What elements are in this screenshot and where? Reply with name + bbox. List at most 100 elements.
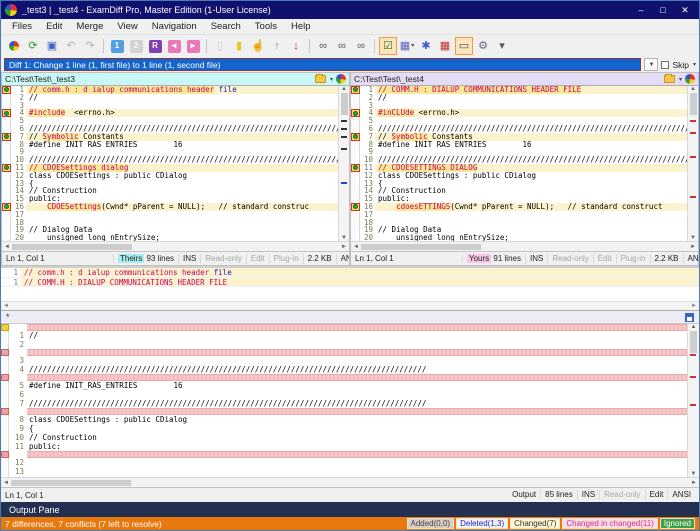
scroll-up-icon[interactable]: ▲ [690,86,696,92]
diff-marker-icon[interactable] [2,86,11,94]
code-line[interactable]: 7///////////////////////////////////////… [1,399,687,408]
code-line[interactable]: 6///////////////////////////////////////… [351,125,687,133]
copy-to-second-icon[interactable]: ► [184,37,202,55]
menu-item-edit[interactable]: Edit [39,21,69,32]
edit-second-file-icon[interactable]: 2 [127,37,145,55]
code-line[interactable]: 15public: [2,195,338,203]
menu-item-help[interactable]: Help [284,21,318,32]
code-line[interactable]: 18 [351,219,687,227]
find-prev-icon[interactable]: ∞ [352,37,370,55]
scrollbar-thumb[interactable] [341,93,348,115]
code-line[interactable]: 8#define INIT_RAS_ENTRIES 16 [351,141,687,149]
code-line[interactable]: 9{ [1,424,687,433]
open-file-dropdown-icon[interactable]: ▾ [679,76,682,83]
right-horizontal-scrollbar[interactable]: ◄ ► [351,241,698,251]
scroll-right-icon[interactable]: ► [691,303,697,309]
code-line[interactable]: 17 [2,211,338,219]
scrollbar-thumb[interactable] [361,244,481,250]
code-line[interactable]: 20 unsigned long nEntrySize; [351,234,687,241]
open-file-icon[interactable] [315,75,326,83]
menu-item-navigation[interactable]: Navigation [145,21,204,32]
undo-icon[interactable]: ↶ [62,37,80,55]
menu-item-files[interactable]: Files [5,21,39,32]
code-line[interactable]: 19// Dialog Data [351,226,687,234]
save-icon[interactable]: ▣ [43,37,61,55]
code-line[interactable]: 12class CDOESettings : public CDialog [351,172,687,180]
menu-item-merge[interactable]: Merge [69,21,110,32]
right-vertical-scrollbar[interactable]: ▲ ▼ [687,86,698,241]
recompare-icon[interactable]: ⟳ [24,37,42,55]
compare-mini-icon[interactable] [336,74,346,84]
code-line[interactable]: 2 [1,340,687,349]
diff-marker-icon[interactable] [351,164,360,172]
unresolved-block-icon[interactable]: ▯ [211,37,229,55]
code-line[interactable]: 1// COMM.H : DIALUP COMMUNICATIONS HEADE… [351,86,687,94]
output-editor[interactable]: 1//234//////////////////////////////////… [1,324,687,477]
output-pane-toggle-icon[interactable]: ▭ [455,37,473,55]
compare-icon[interactable] [5,37,23,55]
output-vertical-scrollbar[interactable]: ▲ ▼ [687,324,699,477]
combobox-dropdown-icon[interactable]: ▼ [644,58,658,71]
current-diff-icon[interactable]: ▮ [230,37,248,55]
diff-marker-icon[interactable] [351,133,360,141]
code-line[interactable]: 1// [1,331,687,340]
menu-item-view[interactable]: View [110,21,144,32]
code-line[interactable]: 8#define INIT_RAS_ENTRIES 16 [2,141,338,149]
code-line[interactable]: 10//////////////////////////////////////… [351,156,687,164]
open-file-icon[interactable] [664,75,675,83]
open-file-dropdown-icon[interactable]: ▾ [330,76,333,83]
scroll-left-icon[interactable]: ◄ [4,244,10,250]
scroll-left-icon[interactable]: ◄ [353,244,359,250]
code-line[interactable]: 18 [2,219,338,227]
diff-options-icon[interactable]: ▦▾ [398,37,416,55]
compare-mini-icon[interactable] [685,74,695,84]
code-line[interactable]: 1// comm.h : d ialup communications head… [2,86,338,94]
scroll-right-icon[interactable]: ► [691,480,697,486]
next-diff-icon[interactable]: ↓ [287,37,305,55]
diff-marker-icon[interactable] [2,133,11,141]
code-line[interactable]: 4///////////////////////////////////////… [1,365,687,374]
scroll-left-icon[interactable]: ◄ [3,480,9,486]
show-differences-icon[interactable]: ☑ [379,37,397,55]
code-line[interactable]: 6 [1,390,687,399]
maximize-button[interactable]: □ [653,2,673,18]
code-line[interactable]: 9 [2,148,338,156]
code-line[interactable]: 3 [351,102,687,110]
code-line[interactable]: 12class CDOESettings : public CDialog [2,172,338,180]
toolbar-overflow-icon[interactable]: ▾ [493,37,511,55]
find-next-icon[interactable]: ∞ [333,37,351,55]
save-output-icon[interactable] [685,313,694,322]
scroll-down-icon[interactable]: ▼ [341,235,347,241]
minimize-button[interactable]: – [631,2,651,18]
code-line[interactable]: 7// Symbolic Constants [2,133,338,141]
diff-marker-icon[interactable] [351,203,360,211]
code-line[interactable]: 11public: [1,442,687,451]
replace-icon[interactable]: R [146,37,164,55]
resolve-hand-icon[interactable]: ☝ [249,37,267,55]
output-horizontal-scrollbar[interactable]: ◄ ► [1,477,699,487]
scroll-up-icon[interactable]: ▲ [341,86,347,92]
scroll-right-icon[interactable]: ► [341,244,347,250]
scroll-up-icon[interactable]: ▲ [691,324,697,330]
code-line[interactable]: 5#define INIT_RAS_ENTRIES 16 [1,381,687,390]
code-line[interactable]: 9 [351,148,687,156]
scrollbar-thumb[interactable] [11,480,131,486]
scroll-left-icon[interactable]: ◄ [3,303,9,309]
code-line[interactable]: 14// Construction [351,187,687,195]
menu-item-tools[interactable]: Tools [248,21,284,32]
left-horizontal-scrollbar[interactable]: ◄ ► [2,241,349,251]
plugins-icon[interactable]: ✱ [417,37,435,55]
code-line[interactable]: 16 cdoesETTINGS(Cwnd* pParent = NULL); /… [351,203,687,211]
code-line[interactable]: 13{ [351,180,687,188]
prev-diff-icon[interactable]: ↑ [268,37,286,55]
scroll-down-icon[interactable]: ▼ [690,235,696,241]
code-line[interactable]: 6///////////////////////////////////////… [2,125,338,133]
edit-first-file-icon[interactable]: 1 [108,37,126,55]
code-line[interactable]: 14// Construction [2,187,338,195]
code-line[interactable]: 13 [1,467,687,476]
code-line[interactable]: 20 unsigned long nEntrySize; [2,234,338,241]
detail-horizontal-scrollbar[interactable]: ◄ ► [1,301,699,310]
copy-to-first-icon[interactable]: ◄ [165,37,183,55]
left-code-editor[interactable]: 1// comm.h : d ialup communications head… [2,86,338,241]
redo-icon[interactable]: ↷ [81,37,99,55]
